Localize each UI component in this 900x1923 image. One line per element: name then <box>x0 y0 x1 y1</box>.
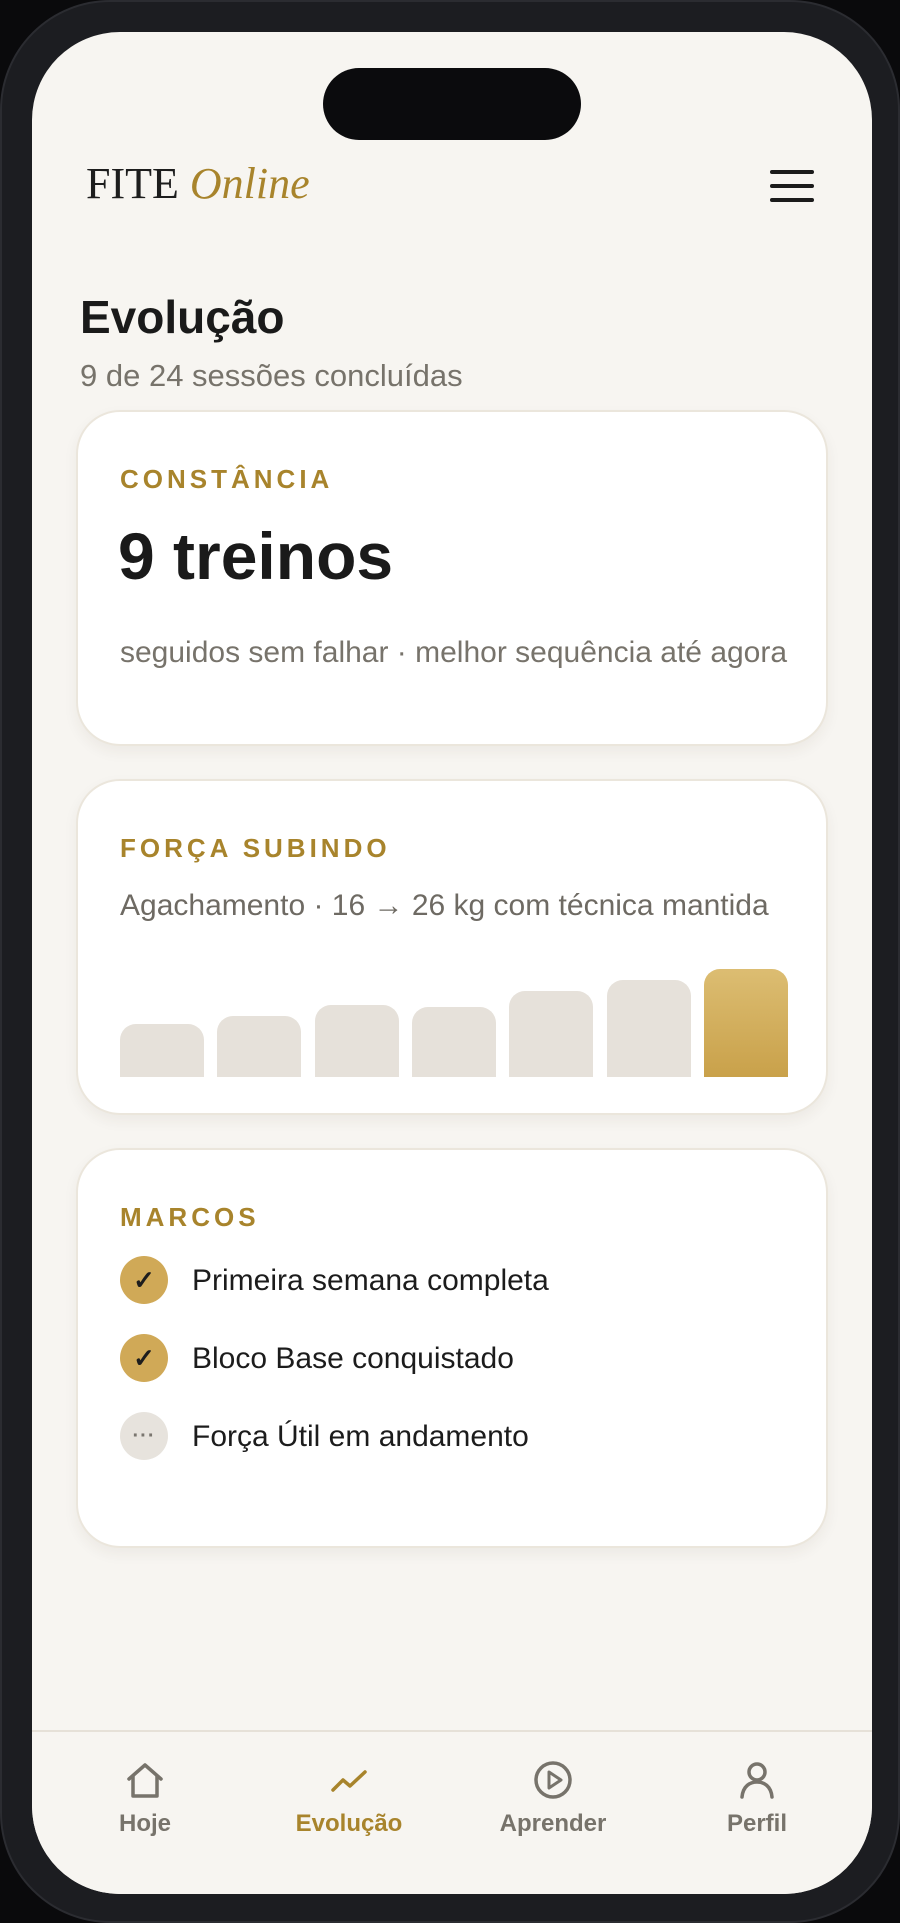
brand-logo[interactable]: FITE Online <box>86 158 310 209</box>
card-eyebrow: MARCOS <box>120 1202 260 1232</box>
tab-evolucao[interactable]: Evolução <box>269 1758 429 1858</box>
strength-bar <box>607 980 691 1077</box>
brand-accent: Online <box>189 159 310 208</box>
play-icon <box>534 1761 572 1799</box>
strength-card: FORÇA SUBINDO Agachamento · 16 → 26 kg c… <box>76 779 828 1115</box>
streak-caption: seguidos sem falhar · melhor sequência a… <box>120 636 788 669</box>
streak-value: 9 treinos <box>118 519 394 593</box>
user-icon <box>740 1762 774 1799</box>
tab-perfil[interactable]: Perfil <box>677 1758 837 1858</box>
ellipsis-icon: ··· <box>120 1412 168 1460</box>
milestone-item: ✓ Primeira semana completa <box>120 1256 780 1304</box>
strength-bar <box>217 1016 301 1077</box>
milestone-label: Primeira semana completa <box>192 1264 549 1297</box>
strength-description: Agachamento · 16 → 26 kg com técnica man… <box>120 889 769 922</box>
tab-aprender[interactable]: Aprender <box>473 1758 633 1858</box>
brand-primary: FITE <box>86 159 179 208</box>
tab-label: Perfil <box>726 1810 788 1837</box>
tab-label: Aprender <box>499 1810 607 1837</box>
hamburger-menu-icon[interactable] <box>768 164 816 212</box>
tab-label: Hoje <box>118 1810 171 1837</box>
page-subtitle: 9 de 24 sessões concluídas <box>80 358 463 393</box>
bottom-tab-bar: Hoje Evolução Aprender Perfil <box>32 1730 872 1894</box>
milestone-label: Bloco Base conquistado <box>192 1342 514 1375</box>
card-eyebrow: FORÇA SUBINDO <box>120 833 391 863</box>
strength-bar <box>412 1007 496 1077</box>
check-icon: ✓ <box>120 1256 168 1304</box>
strength-bar-chart <box>120 961 788 1077</box>
tab-label: Evolução <box>295 1810 403 1837</box>
menu-line <box>770 198 814 202</box>
tab-hoje[interactable]: Hoje <box>65 1758 225 1858</box>
milestone-item: ✓ Bloco Base conquistado <box>120 1334 780 1382</box>
milestones-card: MARCOS ✓ Primeira semana completa ✓ Bloc… <box>76 1148 828 1548</box>
home-icon <box>127 1763 163 1798</box>
menu-line <box>770 184 814 188</box>
strength-bar <box>120 1024 204 1077</box>
check-icon: ✓ <box>120 1334 168 1382</box>
menu-line <box>770 170 814 174</box>
milestone-label: Força Útil em andamento <box>192 1420 529 1453</box>
milestone-item: ··· Força Útil em andamento <box>120 1412 780 1460</box>
phone-frame: FITE Online Evolução 9 de 24 sessões con… <box>0 0 900 1923</box>
page-title: Evolução <box>80 291 285 343</box>
trend-icon <box>331 1770 367 1792</box>
strength-bar <box>704 969 788 1077</box>
strength-bar <box>315 1005 399 1077</box>
consistency-card: CONSTÂNCIA 9 treinos seguidos sem falhar… <box>76 410 828 746</box>
dynamic-island <box>323 68 581 140</box>
card-eyebrow: CONSTÂNCIA <box>120 464 334 494</box>
strength-bar <box>509 991 593 1077</box>
app-screen: FITE Online Evolução 9 de 24 sessões con… <box>32 32 872 1894</box>
